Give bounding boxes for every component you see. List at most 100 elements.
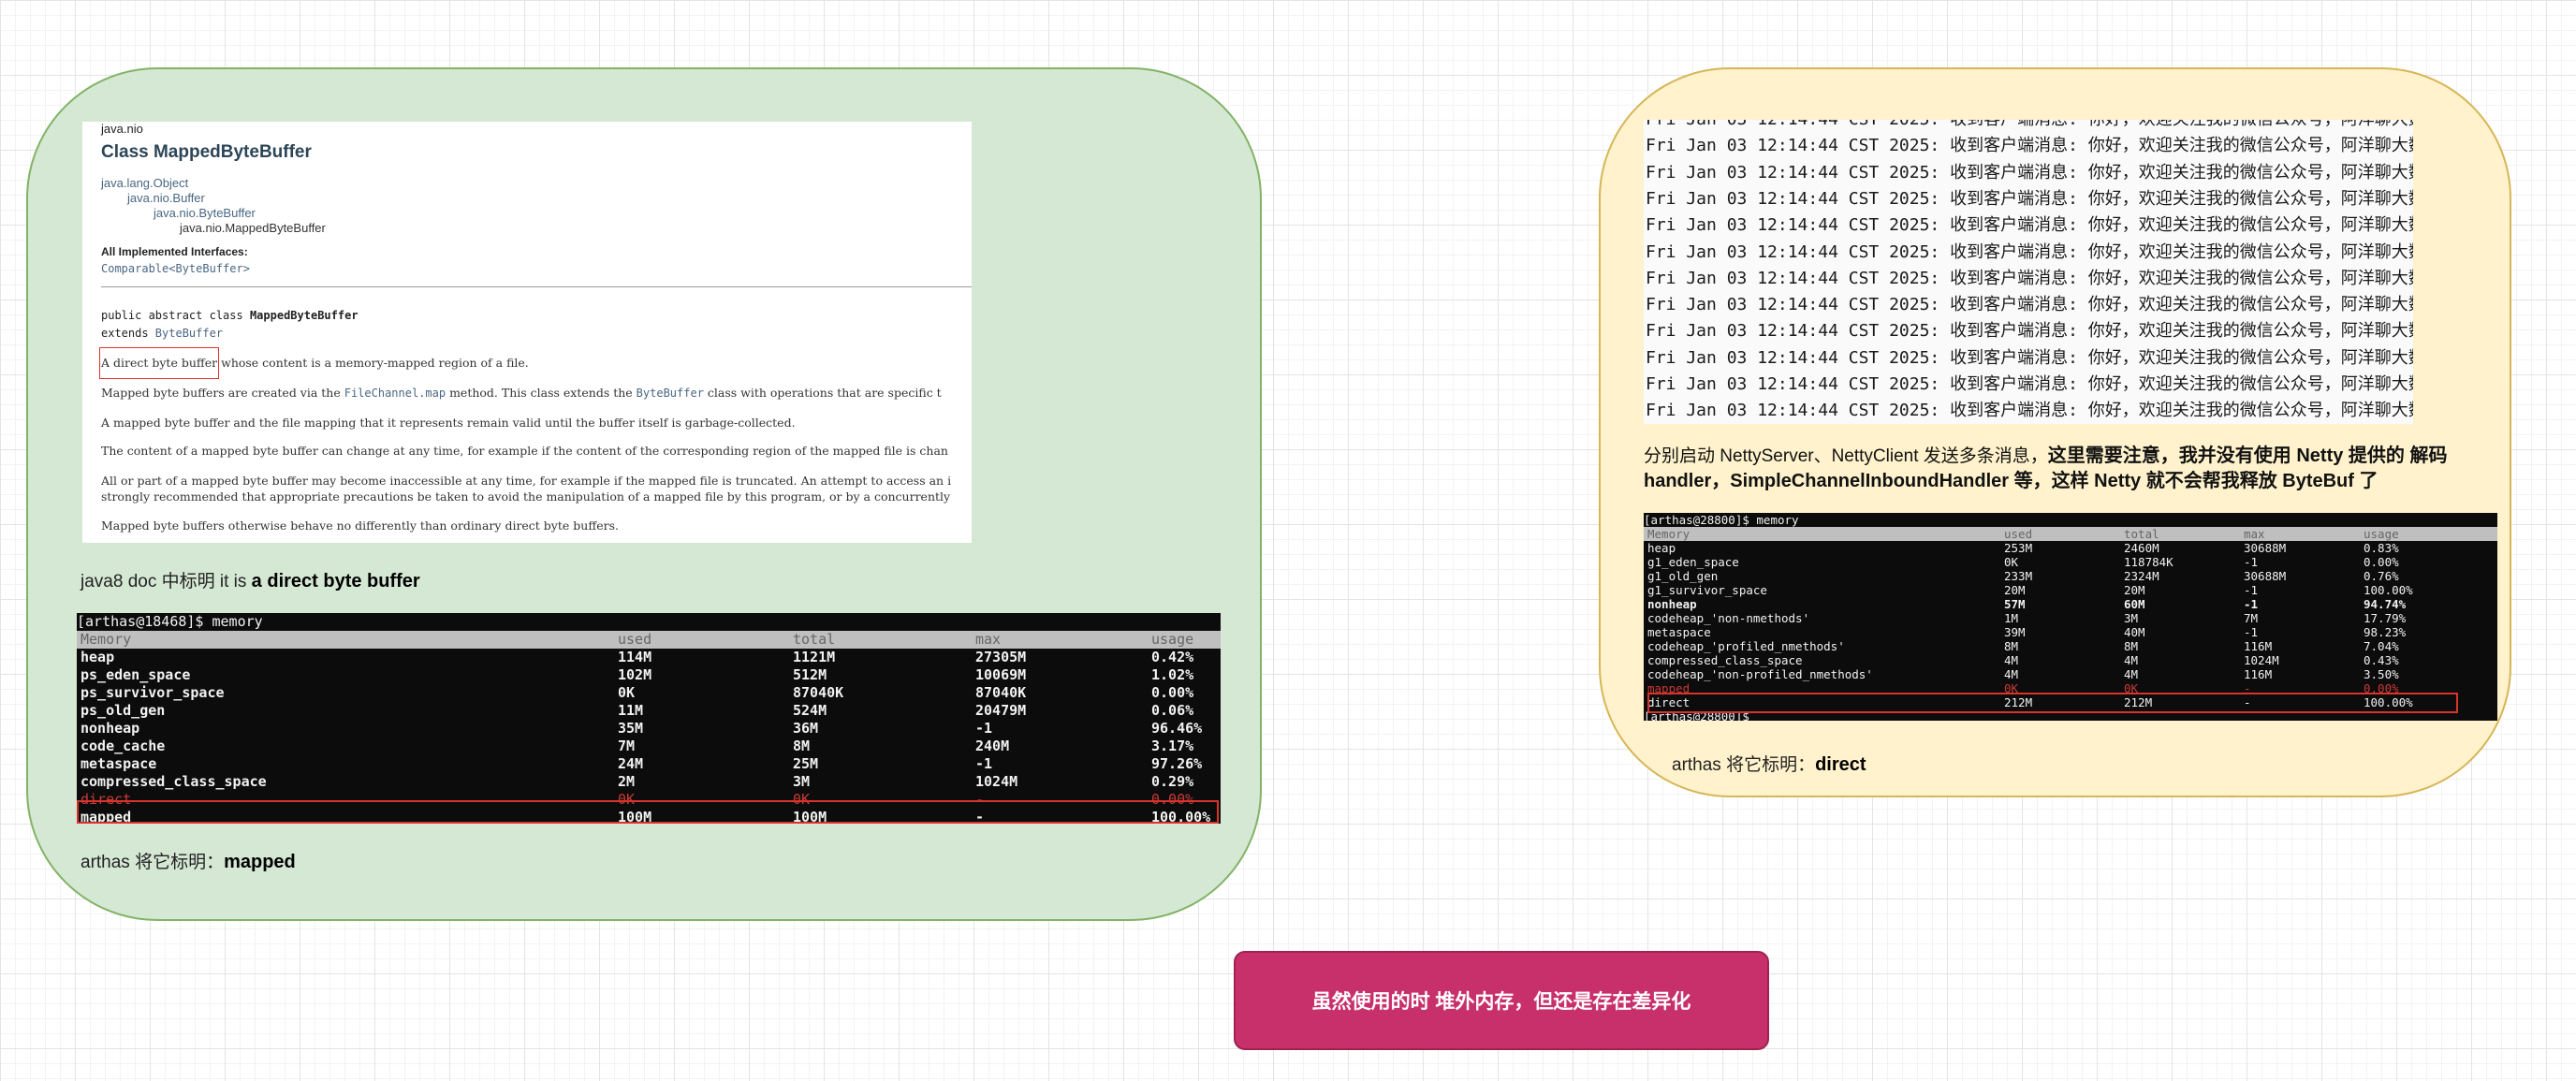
hierarchy-buffer[interactable]: java.nio.Buffer bbox=[127, 191, 205, 205]
console-line: Fri Jan 03 12:14:44 CST 2025: 收到客户端消息: 你… bbox=[1646, 241, 2413, 262]
memory-row-compressed-class-space: compressed_class_space 2M 3M 1024M 0.29% bbox=[77, 773, 1221, 791]
terminal-header-memory: Memory bbox=[1647, 527, 1690, 541]
hierarchy-bytebuffer[interactable]: java.nio.ByteBuffer bbox=[154, 206, 256, 220]
memory-cell: 7M bbox=[618, 738, 636, 754]
memory-cell: 118784K bbox=[2124, 555, 2174, 569]
memory-cell: 97.26% bbox=[1151, 755, 1203, 772]
terminal-header-total: total bbox=[793, 631, 836, 648]
memory-cell: 20M bbox=[2124, 583, 2145, 597]
filechannel-map-link[interactable]: FileChannel.map bbox=[344, 387, 446, 400]
memory-cell: 27305M bbox=[975, 649, 1027, 665]
memory-cell: g1_eden_space bbox=[1647, 555, 1739, 569]
memory-cell: compressed_class_space bbox=[1647, 653, 1803, 667]
memory-cell: 2M bbox=[618, 773, 636, 790]
memory-cell: 0.06% bbox=[1151, 702, 1194, 719]
bytebuffer-link[interactable]: ByteBuffer bbox=[175, 262, 242, 275]
memory-cell: 30688M bbox=[2244, 541, 2287, 555]
interfaces-value: Comparable<ByteBuffer> bbox=[101, 262, 250, 275]
memory-row-ps-survivor-space: ps_survivor_space 0K 87040K 87040K 0.00% bbox=[77, 684, 1221, 702]
terminal-header-row: Memory used total max usage bbox=[77, 631, 1221, 649]
terminal-header-used: used bbox=[2004, 527, 2033, 541]
memory-row-g1-eden-space: g1_eden_space 0K 118784K -1 0.00% bbox=[1644, 555, 2497, 569]
memory-cell: 3.50% bbox=[2364, 667, 2399, 681]
terminal-prompt: [arthas@18468]$ memory bbox=[77, 613, 263, 630]
javadoc-paragraph-6: Mapped byte buffers otherwise behave no … bbox=[101, 519, 619, 533]
memory-cell: 4M bbox=[2124, 667, 2139, 681]
memory-cell: 524M bbox=[793, 702, 827, 719]
javadoc-paragraph-2: Mapped byte buffers are created via the … bbox=[101, 386, 942, 400]
netty-console-output: Fri Jan 03 12:14:44 CST 2025: 收到客户端消息: 你… bbox=[1644, 120, 2413, 424]
memory-cell: 102M bbox=[618, 666, 652, 683]
console-line: Fri Jan 03 12:14:44 CST 2025: 收到客户端消息: 你… bbox=[1646, 188, 2413, 209]
memory-cell: 1024M bbox=[975, 773, 1018, 790]
memory-cell: codeheap_'non-profiled_nmethods' bbox=[1647, 667, 1873, 681]
memory-cell: -1 bbox=[2244, 583, 2259, 597]
memory-cell: g1_old_gen bbox=[1647, 569, 1719, 583]
memory-cell: 8M bbox=[793, 738, 811, 754]
memory-cell: 20479M bbox=[975, 702, 1027, 719]
class-extends: extends ByteBuffer bbox=[101, 327, 224, 340]
arthas-memory-terminal-direct: [arthas@28800]$ memory Memory used total ma… bbox=[1644, 513, 2497, 721]
memory-cell: 233M bbox=[2004, 569, 2033, 583]
memory-cell: -1 bbox=[2244, 597, 2259, 611]
memory-cell: 0.29% bbox=[1151, 773, 1194, 790]
memory-cell: ps_survivor_space bbox=[80, 684, 225, 701]
memory-cell: 512M bbox=[793, 666, 827, 683]
memory-row-compressed-class-space: compressed_class_space 4M 4M 1024M 0.43% bbox=[1644, 653, 2497, 667]
memory-cell: 3.17% bbox=[1151, 738, 1194, 754]
terminal-header-used: used bbox=[618, 631, 652, 648]
comparable-link[interactable]: Comparable< bbox=[101, 262, 175, 275]
console-line: Fri Jan 03 12:14:44 CST 2025: 收到客户端消息: 你… bbox=[1646, 321, 2413, 342]
memory-cell: 35M bbox=[618, 720, 644, 737]
mapped-row-highlight bbox=[77, 800, 1219, 824]
memory-cell: 3M bbox=[793, 773, 811, 790]
memory-cell: 0.76% bbox=[2364, 569, 2399, 583]
memory-cell: 2324M bbox=[2124, 569, 2159, 583]
memory-cell: 100.00% bbox=[2364, 583, 2413, 597]
memory-row-code-cache: code_cache 7M 8M 240M 3.17% bbox=[77, 738, 1221, 755]
memory-row-g1-old-gen: g1_old_gen 233M 2324M 30688M 0.76% bbox=[1644, 569, 2497, 583]
netty-note: 分别启动 NettyServer、NettyClient 发送多条消息，这里需要… bbox=[1644, 446, 2448, 491]
memory-cell: -1 bbox=[2244, 625, 2259, 639]
javadoc-paragraph-4: The content of a mapped byte buffer can … bbox=[101, 444, 948, 458]
direct-row-highlight bbox=[1647, 693, 2458, 713]
memory-row-metaspace: metaspace 39M 40M -1 98.23% bbox=[1644, 625, 2497, 639]
console-line: Fri Jan 03 12:14:44 CST 2025: 收到客户端消息: 你… bbox=[1646, 215, 2413, 236]
memory-cell: 0K bbox=[618, 684, 636, 701]
javadoc-class-title: Class MappedByteBuffer bbox=[101, 142, 312, 162]
memory-row-codeheap-nonprofiled-nmethods: codeheap_'non-profiled_nmethods' 4M 4M 116M… bbox=[1644, 667, 2497, 681]
memory-cell: 60M bbox=[2124, 597, 2145, 611]
memory-cell: compressed_class_space bbox=[80, 773, 267, 790]
memory-row-heap: heap 114M 1121M 27305M 0.42% bbox=[77, 649, 1221, 666]
memory-cell: 24M bbox=[618, 755, 644, 772]
memory-cell: -1 bbox=[975, 720, 993, 737]
console-line: Fri Jan 03 12:14:44 CST 2025: 收到客户端消息: 你… bbox=[1646, 374, 2413, 394]
extends-bytebuffer-link[interactable]: ByteBuffer bbox=[155, 327, 223, 340]
arthas-memory-terminal-mapped: [arthas@18468]$ memory Memory used total ma… bbox=[77, 613, 1221, 824]
memory-cell: 116M bbox=[2244, 639, 2273, 653]
memory-row-nonheap: nonheap 57M 60M -1 94.74% bbox=[1644, 597, 2497, 611]
memory-cell: 94.74% bbox=[2364, 597, 2407, 611]
console-line: Fri Jan 03 12:14:44 CST 2025: 收到客户端消息: 你… bbox=[1646, 401, 2413, 421]
memory-cell: 30688M bbox=[2244, 569, 2287, 583]
javadoc-paragraph-3: A mapped byte buffer and the file mappin… bbox=[101, 416, 796, 430]
memory-cell: heap bbox=[1647, 541, 1676, 555]
memory-cell: 98.23% bbox=[2364, 625, 2407, 639]
interfaces-label: All Implemented Interfaces: bbox=[101, 245, 248, 258]
hierarchy-object[interactable]: java.lang.Object bbox=[101, 176, 188, 190]
bytebuffer-class-link[interactable]: ByteBuffer bbox=[637, 387, 704, 400]
memory-row-metaspace: metaspace 24M 25M -1 97.26% bbox=[77, 755, 1221, 773]
terminal-header-max: max bbox=[975, 631, 1002, 648]
memory-cell: metaspace bbox=[80, 755, 157, 772]
memory-cell: 87040K bbox=[975, 684, 1027, 701]
memory-cell: 0.00% bbox=[2364, 555, 2399, 569]
memory-cell: 1M bbox=[2004, 611, 2019, 625]
hierarchy-mappedbytebuffer: java.nio.MappedByteBuffer bbox=[180, 221, 326, 235]
memory-cell: 0.83% bbox=[2364, 541, 2399, 555]
terminal-header-usage: usage bbox=[2364, 527, 2399, 541]
memory-cell: nonheap bbox=[1647, 597, 1697, 611]
memory-cell: 0.00% bbox=[1151, 684, 1194, 701]
console-line: Fri Jan 03 12:14:44 CST 2025: 收到客户端消息: 你… bbox=[1646, 295, 2413, 315]
console-line: Fri Jan 03 12:14:44 CST 2025: 收到客户端消息: 你… bbox=[1646, 120, 2413, 133]
memory-cell: 8M bbox=[2124, 639, 2139, 653]
